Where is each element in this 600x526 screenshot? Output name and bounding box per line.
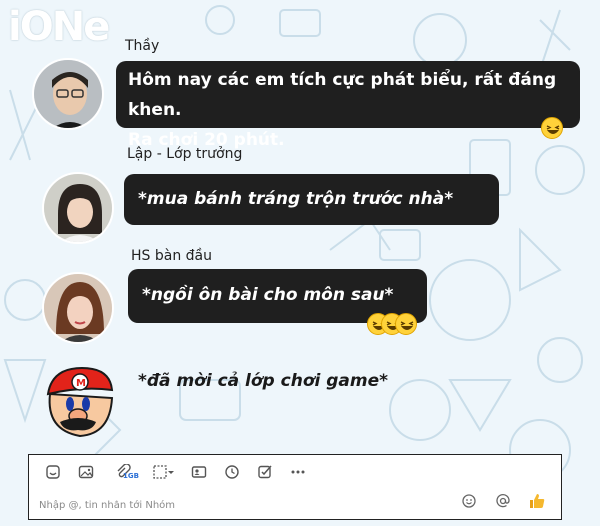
- screenshot-icon[interactable]: [150, 462, 176, 482]
- composer-toolbar: 1GB: [43, 461, 308, 483]
- avatar[interactable]: [42, 172, 114, 244]
- avatar[interactable]: [32, 58, 104, 130]
- mention-icon[interactable]: [493, 491, 513, 511]
- thumbs-up-icon[interactable]: [527, 491, 547, 511]
- ione-logo: iONe: [8, 4, 110, 50]
- clock-icon[interactable]: [222, 462, 242, 482]
- laughing-emoji-icon: [541, 117, 563, 139]
- sender-name: Thầy: [125, 38, 160, 54]
- message-input[interactable]: [37, 495, 461, 515]
- message-bubble: *mua bánh tráng trộn trước nhà*: [124, 174, 499, 225]
- message-text: *đã mời cả lớp chơi game*: [138, 371, 389, 391]
- message-text: *ngồi ôn bài cho môn sau*: [142, 285, 394, 305]
- contact-card-icon[interactable]: [189, 462, 209, 482]
- svg-text:M: M: [76, 378, 86, 389]
- more-icon[interactable]: [288, 462, 308, 482]
- attachment-icon[interactable]: 1GB: [109, 462, 139, 482]
- mario-avatar[interactable]: M: [40, 364, 114, 438]
- message-bubble: Hôm nay các em tích cực phát biểu, rất đ…: [116, 61, 580, 150]
- avatar[interactable]: [42, 272, 114, 344]
- sticker-icon[interactable]: [43, 462, 63, 482]
- emoji-icon[interactable]: [459, 491, 479, 511]
- sender-name: HS bàn đầu: [131, 248, 212, 264]
- message-text: *mua bánh tráng trộn trước nhà*: [138, 189, 454, 209]
- laughing-emoji-icon: [395, 313, 417, 335]
- composer-right-tools: [459, 491, 547, 511]
- message-line: Hôm nay các em tích cực phát biểu, rất đ…: [128, 70, 557, 120]
- task-icon[interactable]: [255, 462, 275, 482]
- image-icon[interactable]: [76, 462, 96, 482]
- file-size-badge: 1GB: [123, 472, 139, 480]
- message-composer: 1GB: [28, 454, 562, 520]
- sender-name: Lập - Lớp trưởng: [127, 146, 243, 162]
